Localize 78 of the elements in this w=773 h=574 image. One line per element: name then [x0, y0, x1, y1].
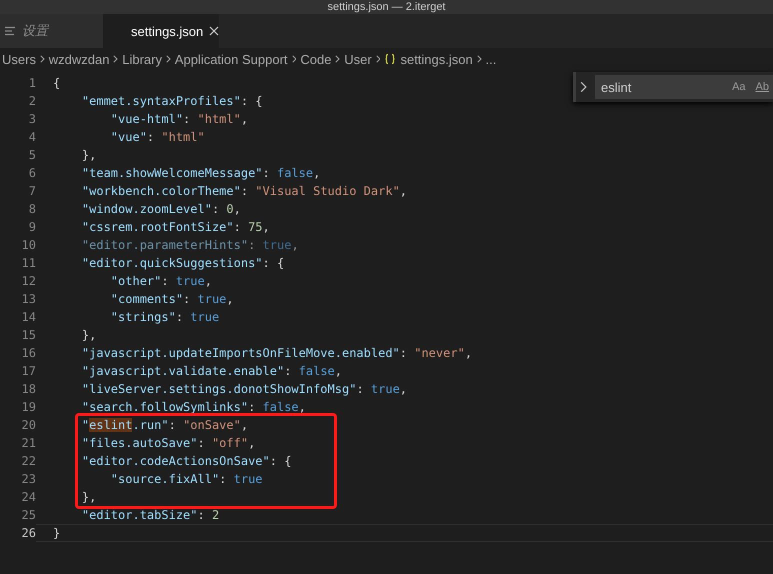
chevron-icon [113, 55, 118, 63]
code-line: "editor.codeActionsOnSave": { [80, 453, 292, 469]
code-line: "files.autoSave": "off", [80, 435, 256, 451]
line-number: 23 [20, 471, 36, 488]
editor-tab[interactable]: 设置 [0, 14, 103, 48]
line-number: 15 [20, 327, 36, 344]
line-number: 1 [28, 75, 36, 92]
line-number: 14 [20, 309, 36, 326]
line-number: 6 [28, 165, 36, 182]
code-line: "editor.parameterHints": true, [80, 237, 299, 253]
breadcrumb-item[interactable]: settings.json [400, 52, 473, 66]
tab-label: 设置 [22, 22, 48, 40]
line-number: 19 [20, 399, 36, 416]
code-line: "search.followSymlinks": false, [80, 399, 306, 415]
window-title: settings.json — 2.iterget [327, 1, 446, 13]
breadcrumb-item[interactable]: User [344, 52, 372, 66]
line-number: 4 [28, 129, 36, 146]
line-number: 5 [28, 147, 36, 164]
braces-icon [384, 53, 396, 65]
code-line: "liveServer.settings.donotShowInfoMsg": true, [80, 381, 408, 397]
line-number: 8 [28, 201, 36, 218]
breadcrumb-item[interactable]: wzdwzdan [48, 52, 110, 66]
code-line: "workbench.colorTheme": "Visual Studio Dark", [80, 183, 408, 199]
line-number: 12 [20, 273, 36, 290]
code-line: "editor.tabSize": 2 [80, 507, 220, 523]
breadcrumb-item[interactable]: Application Support [174, 52, 288, 66]
code-line: }, [80, 489, 96, 505]
line-number: 16 [20, 345, 36, 362]
code-line: "editor.quickSuggestions": { [80, 255, 284, 271]
code-line: } [53, 525, 60, 541]
find-input-field[interactable]: eslint Aa Ab [595, 75, 773, 99]
line-number: 17 [20, 363, 36, 380]
breadcrumb-item[interactable]: Code [300, 52, 332, 66]
code-line: "eslint.run": "onSave", [80, 417, 248, 433]
code-line: "other": true, [110, 273, 212, 289]
code-line: "window.zoomLevel": 0, [80, 201, 241, 217]
line-number: 21 [20, 435, 36, 452]
close-icon[interactable] [209, 26, 220, 36]
find-option[interactable]: Aa [730, 81, 748, 93]
code-line: }, [80, 147, 96, 163]
chevron-icon [166, 55, 171, 63]
code-line: { [53, 75, 60, 91]
line-number: 24 [20, 489, 36, 506]
code-line: "javascript.validate.enable": false, [80, 363, 342, 379]
code-line: "source.fixAll": true [110, 471, 263, 487]
breadcrumb-item[interactable]: Library [122, 52, 162, 66]
line-number: 25 [20, 507, 36, 524]
line-number: 3 [28, 111, 36, 128]
code-line: "team.showWelcomeMessage": false, [80, 165, 320, 181]
chevron-icon [335, 55, 340, 63]
code-line: "emmet.syntaxProfiles": { [80, 93, 263, 109]
line-number: 20 [20, 417, 36, 434]
code-line: "javascript.updateImportsOnFileMove.enabled": "never", [80, 345, 472, 361]
breadcrumb-item[interactable]: Users [2, 52, 36, 66]
code-line: "strings": true [110, 309, 220, 325]
code-line: "cssrem.rootFontSize": 75, [80, 219, 270, 235]
chevron-icon [292, 55, 296, 63]
line-number: 7 [28, 183, 36, 200]
code-line: "vue-html": "html", [110, 111, 248, 127]
line-number: 22 [20, 453, 36, 470]
line-number: 18 [20, 381, 36, 398]
find-option[interactable]: Ab [754, 81, 771, 93]
line-number: 26 [20, 525, 36, 542]
line-number: 10 [20, 237, 36, 254]
line-number: 13 [20, 291, 36, 308]
chevron-icon [476, 55, 482, 63]
tab-label: settings.json [131, 24, 204, 38]
editor-tab[interactable]: settings.json [103, 14, 219, 48]
line-number: 2 [28, 93, 36, 110]
line-number: 11 [20, 255, 36, 272]
code-line: "comments": true, [110, 291, 234, 307]
chevron-icon [376, 55, 380, 63]
list-icon [4, 26, 16, 36]
chevron-icon [40, 55, 45, 63]
code-line: "vue": "html" [110, 129, 205, 145]
line-number: 9 [28, 219, 36, 236]
breadcrumb-item[interactable]: ... [486, 52, 496, 66]
code-line: }, [80, 327, 96, 343]
